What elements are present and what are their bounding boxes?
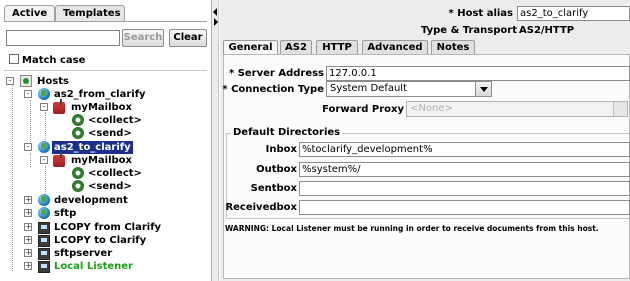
checkbox-box[interactable] xyxy=(9,54,19,64)
host-details-panel: * Host alias as2_to_clarify Type & Trans… xyxy=(220,0,630,281)
tree-node-label: myMailbox xyxy=(71,155,132,166)
tree-line xyxy=(45,112,46,140)
search-input[interactable] xyxy=(6,30,120,46)
connection-type-label: * Connection Type xyxy=(222,84,324,95)
tree-node-label: sftp xyxy=(54,208,77,219)
collapse-icon[interactable]: - xyxy=(24,90,32,98)
tree-node-label: LCOPY to Clarify xyxy=(54,235,147,246)
globe-icon xyxy=(38,88,50,100)
computer-icon xyxy=(38,235,50,247)
receivedbox-label: Receivedbox xyxy=(225,202,297,213)
computer-icon xyxy=(38,248,50,260)
type-transport-label: Type & Transport xyxy=(421,25,517,36)
tree-node-label: Hosts xyxy=(37,76,69,87)
mailbox-icon xyxy=(53,99,65,114)
expand-right-arrow-icon[interactable] xyxy=(214,18,218,26)
tree-line xyxy=(30,153,31,167)
globe-icon xyxy=(38,194,50,206)
server-address-field[interactable]: 127.0.0.1 xyxy=(326,66,630,81)
forward-proxy-select: <None> xyxy=(406,101,628,117)
forward-proxy-label: Forward Proxy xyxy=(322,104,404,115)
expand-icon[interactable]: + xyxy=(24,209,32,217)
tab-active[interactable]: Active xyxy=(4,5,55,22)
panel-splitter[interactable] xyxy=(212,0,219,281)
tab-as2[interactable]: AS2 xyxy=(280,40,312,54)
computer-icon xyxy=(38,261,50,273)
search-button[interactable]: Search xyxy=(122,29,164,47)
tab-general[interactable]: General xyxy=(223,40,278,55)
collapse-left-arrow-icon[interactable] xyxy=(213,8,217,16)
server-address-label: * Server Address xyxy=(228,68,324,79)
tree-line xyxy=(45,166,46,194)
outbox-field[interactable]: %system%/ xyxy=(299,162,630,177)
tab-advanced[interactable]: Advanced xyxy=(362,40,428,54)
expand-icon[interactable]: + xyxy=(24,249,32,257)
clear-button[interactable]: Clear xyxy=(169,29,207,47)
tree-line xyxy=(30,100,31,148)
collapse-icon[interactable]: - xyxy=(6,77,14,85)
globe-icon xyxy=(38,207,50,219)
match-case-checkbox[interactable]: Match case xyxy=(9,54,85,67)
connection-type-select[interactable]: System Default xyxy=(326,81,492,97)
tab-notes[interactable]: Notes xyxy=(431,40,475,54)
tab-http[interactable]: HTTP xyxy=(316,40,358,54)
receivedbox-field[interactable] xyxy=(299,200,630,215)
expand-icon[interactable]: + xyxy=(24,262,32,270)
gear-icon xyxy=(72,167,84,179)
gear-icon xyxy=(72,180,84,192)
host-alias-label: * Host alias xyxy=(448,8,513,19)
chevron-down-icon xyxy=(613,102,627,116)
inbox-label: Inbox xyxy=(265,144,297,155)
expand-icon[interactable]: + xyxy=(24,223,32,231)
tree-node-label: LCOPY from Clarify xyxy=(54,222,162,233)
default-directories-title: Default Directories xyxy=(231,127,343,138)
globe-icon xyxy=(38,141,50,153)
tree-node-label: as2_from_clarify xyxy=(54,89,146,100)
match-case-label: Match case xyxy=(22,55,86,66)
tree-node-label: sftpserver xyxy=(54,248,113,259)
sentbox-field[interactable] xyxy=(299,181,630,196)
tree-node-label: development xyxy=(54,195,128,206)
tree-node-label: <collect> xyxy=(88,115,142,126)
listener-warning: WARNING: Local Listener must be running … xyxy=(225,224,599,233)
tree-node-label: myMailbox xyxy=(71,102,132,113)
tab-divider xyxy=(4,21,207,22)
tab-templates[interactable]: Templates xyxy=(55,5,125,21)
app-window: Active Templates Search Clear Match case… xyxy=(0,0,630,281)
divider xyxy=(4,70,207,71)
type-transport-value: AS2/HTTP xyxy=(519,25,575,36)
mailbox-icon xyxy=(53,152,65,167)
tree-node-label: Local Listener xyxy=(54,261,133,272)
host-tree-panel: Active Templates Search Clear Match case… xyxy=(0,0,212,281)
collapse-icon[interactable]: - xyxy=(40,156,48,164)
inbox-field[interactable]: %toclarify_development% xyxy=(299,142,630,157)
gear-icon xyxy=(72,114,84,126)
computer-icon xyxy=(38,222,50,234)
expand-icon[interactable]: + xyxy=(24,196,32,204)
tree-node-label: <send> xyxy=(88,181,132,192)
outbox-label: Outbox xyxy=(256,164,297,175)
connection-type-value: System Default xyxy=(330,83,408,94)
expand-icon[interactable]: + xyxy=(24,236,32,244)
tree-node-label: <send> xyxy=(88,128,132,139)
tree-node-label: <collect> xyxy=(88,168,142,179)
hosts-icon xyxy=(20,75,32,87)
chevron-down-icon[interactable] xyxy=(475,82,491,96)
collapse-icon[interactable]: - xyxy=(40,103,48,111)
gear-icon xyxy=(72,127,84,139)
tree-line xyxy=(12,86,13,271)
sentbox-label: Sentbox xyxy=(250,183,297,194)
forward-proxy-value: <None> xyxy=(410,103,453,114)
collapse-icon[interactable]: - xyxy=(24,143,32,151)
host-alias-field[interactable]: as2_to_clarify xyxy=(517,6,630,21)
tree-node-label-selected: as2_to_clarify xyxy=(52,141,133,154)
